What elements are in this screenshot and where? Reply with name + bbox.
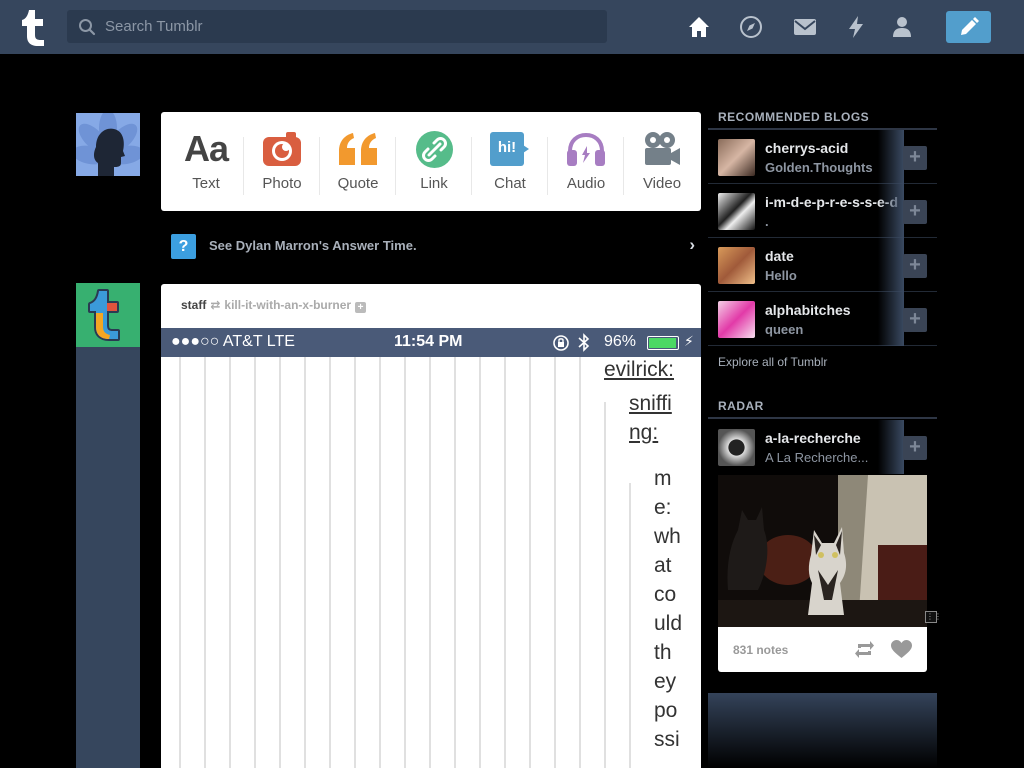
dashboard-post: staff ⇄ kill-it-with-an-x-burner + ●●●○○ AT… [161, 284, 701, 768]
post-author-column [76, 283, 140, 768]
phone-status-bar: ●●●○○ AT&T LTE 11:54 PM 96% ⚡ [161, 328, 701, 357]
radar-title: RADAR [718, 399, 764, 413]
carrier-label: ●●●○○ AT&T LTE [171, 333, 295, 350]
search-bar[interactable] [67, 10, 607, 43]
blog-avatar[interactable] [718, 429, 755, 466]
post-type-photo[interactable]: Photo [244, 112, 320, 211]
post-text-line: uld [654, 612, 683, 635]
follow-source-icon[interactable]: + [355, 302, 367, 313]
quoted-username: evilrick: [604, 358, 675, 381]
post-text-line: e: [654, 496, 672, 519]
phone-time: 11:54 PM [394, 333, 463, 350]
new-post-box: Aa Text Photo Quote Link hi! Chat Audio … [161, 112, 701, 211]
chevron-right-icon[interactable]: › [689, 235, 695, 255]
follow-button[interactable]: + [903, 308, 927, 332]
reblog-small-icon: ⇄ [210, 298, 221, 312]
post-text-line: co [654, 583, 677, 606]
quote-icon [339, 133, 377, 165]
screenshot-content: evilrick: sniffi ng: m e: wh at co uld t… [161, 357, 701, 768]
post-type-chat[interactable]: hi! Chat [472, 112, 548, 211]
tumblr-logo[interactable] [17, 7, 49, 47]
activity-icon[interactable] [844, 15, 868, 39]
notes-count[interactable]: 831 notes [733, 643, 788, 657]
follow-button[interactable]: + [903, 146, 927, 170]
explore-icon[interactable] [739, 15, 763, 39]
post-type-label: Video [642, 175, 682, 192]
bluetooth-icon [578, 333, 590, 352]
radar-blog[interactable]: a-la-recherche A La Recherche... + [708, 420, 937, 474]
battery-percent: 96% [604, 333, 637, 350]
default-avatar-icon [76, 113, 140, 176]
post-text-line: ey [654, 670, 677, 693]
blog-avatar[interactable] [718, 247, 755, 284]
cat-photo [718, 475, 927, 627]
heart-icon[interactable] [891, 640, 912, 659]
text-icon: Aa [183, 128, 229, 169]
post-type-label: Quote [337, 175, 379, 192]
link-icon [415, 130, 453, 168]
recommended-blog[interactable]: date Hello + [708, 238, 937, 292]
recommended-blog[interactable]: alphabitches queen + [708, 292, 937, 346]
post-type-label: Link [420, 175, 448, 192]
recommended-blogs-title: RECOMMENDED BLOGS [718, 110, 870, 124]
reblog-source-link[interactable]: kill-it-with-an-x-burner [224, 298, 351, 312]
compose-button[interactable] [946, 11, 991, 43]
reblog-icon[interactable] [854, 640, 875, 659]
recommended-blog[interactable]: cherrys-acid Golden.Thoughts + [708, 130, 937, 184]
radar-post-image[interactable] [718, 475, 927, 627]
blog-avatar[interactable] [718, 193, 755, 230]
radar-post-footer: 831 notes [718, 627, 927, 672]
post-type-text[interactable]: Aa Text [168, 112, 244, 211]
post-author-link[interactable]: staff [181, 298, 206, 312]
follow-button[interactable]: + [903, 200, 927, 224]
post-text-line: wh [654, 525, 681, 548]
home-icon[interactable] [687, 15, 711, 39]
follow-button[interactable]: + [903, 436, 927, 460]
sidebar-footer-gradient [708, 693, 937, 768]
rotation-lock-icon [553, 335, 569, 351]
post-type-label: Chat [494, 175, 526, 192]
post-text-line: th [654, 641, 672, 664]
video-camera-icon [645, 132, 680, 165]
post-text-line: po [654, 699, 678, 722]
post-type-label: Text [192, 175, 220, 192]
account-icon[interactable] [890, 15, 914, 39]
headphones-icon [567, 132, 605, 166]
post-text-line: ssi [654, 728, 680, 751]
answer-time-text: See Dylan Marron's Answer Time. [209, 238, 417, 253]
my-avatar[interactable] [76, 113, 140, 176]
answer-time-banner[interactable]: ? See Dylan Marron's Answer Time. › [161, 231, 701, 261]
recommended-blog[interactable]: i-m-d-e-p-r-e-s-s-e-d . + [708, 184, 937, 238]
tumblr-staff-logo-icon [88, 289, 120, 341]
battery-icon [647, 336, 679, 350]
quoted-username: sniffi [629, 392, 672, 415]
explore-link[interactable]: Explore all of Tumblr [718, 355, 827, 369]
follow-button[interactable]: + [903, 254, 927, 278]
search-input[interactable] [105, 10, 595, 43]
blog-avatar[interactable] [718, 301, 755, 338]
staff-avatar[interactable] [76, 283, 140, 347]
post-header: staff ⇄ kill-it-with-an-x-burner + [181, 298, 367, 313]
pencil-icon [961, 17, 979, 35]
post-type-label: Photo [262, 175, 302, 192]
post-type-video[interactable]: Video [624, 112, 700, 211]
blog-avatar[interactable] [718, 139, 755, 176]
post-text-line: m [654, 467, 672, 490]
post-text-line: at [654, 554, 672, 577]
camera-icon [263, 132, 301, 166]
question-icon: ? [171, 234, 196, 259]
charging-icon: ⚡ [684, 333, 694, 349]
post-type-quote[interactable]: Quote [320, 112, 396, 211]
search-icon [79, 19, 96, 36]
post-type-label: Audio [566, 175, 606, 192]
chat-icon: hi! [490, 132, 530, 166]
inbox-icon[interactable] [793, 15, 817, 39]
quoted-username: ng: [629, 421, 659, 444]
post-type-audio[interactable]: Audio [548, 112, 624, 211]
photoset-icon[interactable]: ⋮⋮ [925, 611, 942, 623]
top-navigation-bar [0, 0, 1024, 54]
post-type-link[interactable]: Link [396, 112, 472, 211]
